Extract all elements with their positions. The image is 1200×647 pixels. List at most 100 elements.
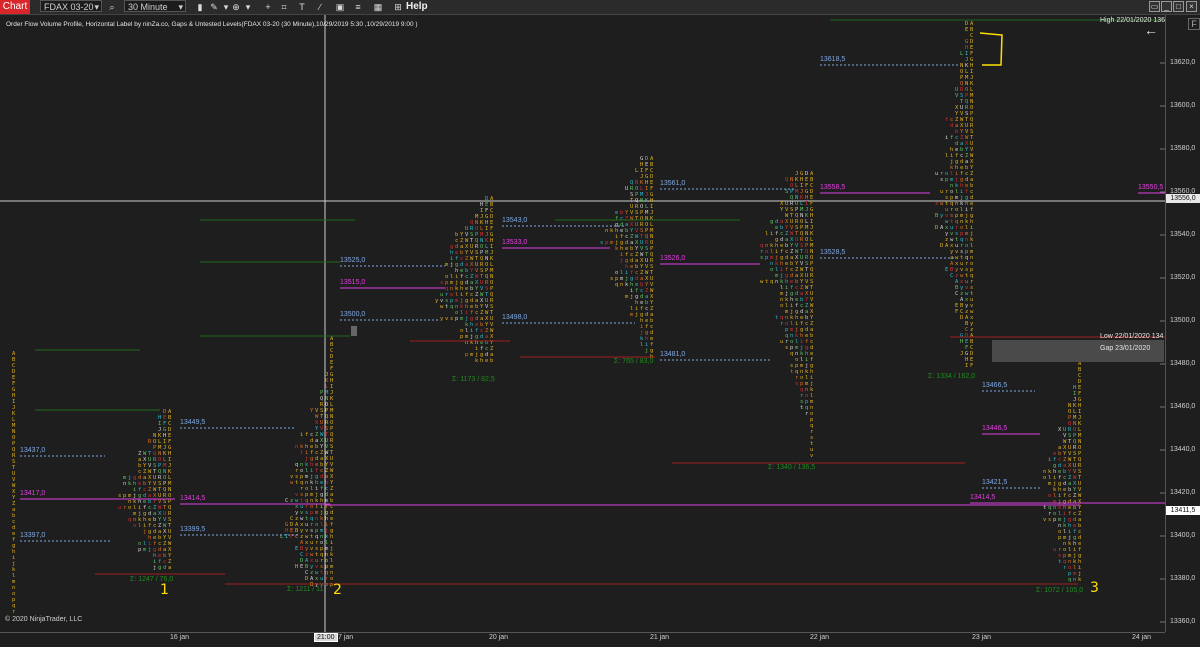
profile-stat: Σ: 1334 / 162,0	[928, 373, 976, 380]
tpo-letter: t	[765, 279, 768, 285]
text-icon[interactable]: T	[296, 1, 308, 13]
tpo-letter: J	[960, 351, 963, 357]
tpo-letter: Y	[310, 408, 314, 414]
tpo-letter: n	[1073, 577, 1076, 583]
time-tick: 24 jan	[1132, 634, 1152, 641]
tpo-letter: t	[775, 315, 778, 321]
bar-chart-icon[interactable]: ▮	[194, 1, 206, 13]
instrument-selector[interactable]: FDAX 03-20 ▾	[40, 0, 102, 12]
tpo-letter: q	[128, 517, 131, 523]
tpo-letter: r	[123, 505, 127, 511]
tpo-letter: u	[1053, 547, 1056, 553]
chart-tab[interactable]: Chart	[0, 0, 30, 14]
tpo-letter: q	[770, 279, 773, 285]
tpo-profile: ADBEHCFIDGJEHKNFILORGJMPHKNQTWZILORUXaJM…	[118, 409, 172, 571]
tpo-letter: o	[770, 267, 773, 273]
price-tick: 13440,0	[1170, 446, 1196, 453]
level-label: 13528,5	[820, 249, 846, 256]
level-label: 13558,5	[820, 184, 846, 191]
level-label: 13414,5	[970, 494, 996, 501]
restore-icon[interactable]: ▭	[1149, 1, 1160, 12]
tpo-letter: n	[295, 444, 298, 450]
level-label: 13500,0	[340, 311, 366, 318]
price-tick: 13540,0	[1170, 231, 1196, 238]
tpo-letter: m	[625, 294, 629, 300]
tpo-letter: h	[480, 358, 483, 364]
time-tick: 16 jan	[170, 634, 190, 641]
price-tick: 13360,0	[1170, 618, 1196, 625]
profile-stat: Σ: 1072 / 105,0	[1036, 587, 1084, 594]
low-label: Low 22/01/2020 134	[1100, 333, 1164, 340]
maximize-icon[interactable]: □	[1173, 1, 1184, 12]
last-price-box: 13411,5	[1166, 506, 1200, 515]
tpo-letter: H	[960, 339, 963, 345]
strategy-icon[interactable]: ▣	[334, 1, 346, 13]
tpo-letter: B	[935, 213, 939, 219]
handwritten-number: 2	[333, 582, 342, 598]
tpo-letter: o	[1048, 493, 1051, 499]
tpo-letter: k	[610, 228, 614, 234]
chart-panel[interactable]: ABCDEFGHIJKLMNOPQRSTUVWXYZabcdefghijklmn…	[0, 15, 1165, 632]
level-label: 13550,5	[1138, 184, 1164, 191]
tpo-letter: g	[770, 219, 773, 225]
tpo-letter: r	[805, 411, 809, 417]
tpo-letter: C	[285, 498, 288, 504]
tpo-letter: Q	[785, 177, 788, 183]
tpo-letter: p	[605, 240, 608, 246]
tpo-letter: A	[945, 243, 949, 249]
chevron-down-icon: ▾	[94, 2, 99, 12]
level-label: 13417,0	[20, 490, 46, 497]
tpo-letter: l	[640, 342, 643, 348]
tpo-letter: U	[625, 186, 628, 192]
handwritten-bracket	[979, 32, 1003, 66]
indicator-icon[interactable]: ▦	[372, 1, 384, 13]
price-tick: 13520,0	[1170, 274, 1196, 281]
tpo-letter: i	[770, 231, 773, 237]
properties-icon[interactable]: ≡	[352, 1, 364, 13]
chevron-down-icon: ▾	[178, 2, 183, 12]
search-icon[interactable]: ⌕	[106, 1, 118, 13]
tpo-letter: p	[765, 255, 768, 261]
tpo-letter: F	[955, 309, 958, 315]
level-label: 13526,0	[660, 255, 686, 262]
time-tick: 20 jan	[489, 634, 509, 641]
tpo-profile: ADGJBEHKNQCFILODGJMPSEHKNQFILORUXGJMPSVY…	[760, 171, 814, 459]
line-icon[interactable]: ∕	[314, 1, 326, 13]
tpo-letter: u	[940, 189, 943, 195]
level-label: 13466,5	[982, 382, 1008, 389]
profile-stat: Σ: 1211 / 11	[287, 586, 324, 593]
tpo-letter: q	[450, 304, 453, 310]
zoom-icon[interactable]: ⊕	[230, 1, 242, 13]
tpo-letter: s	[760, 255, 763, 261]
tpo-letter: t	[295, 480, 298, 486]
minimize-icon[interactable]: _	[1161, 1, 1172, 12]
back-arrow-icon[interactable]: ←	[1144, 22, 1158, 38]
tpo-letter: j	[450, 262, 453, 268]
price-tick: 13460,0	[1170, 403, 1196, 410]
tpo-letter: y	[435, 298, 439, 304]
tpo-letter: X	[1058, 427, 1062, 433]
tpo-letter: S	[785, 189, 788, 195]
level-label: 13618,5	[820, 56, 846, 63]
tpo-letter: p	[1053, 517, 1056, 523]
tpo-letter: m	[460, 316, 464, 322]
tpo-letter: v	[1043, 517, 1047, 523]
tpo-letter: t	[445, 304, 448, 310]
tpo-letter: s	[450, 316, 453, 322]
price-tick: 13480,0	[1170, 360, 1196, 367]
indicator-label: Order Flow Volume Profile, Horizontal La…	[6, 21, 418, 28]
tpo-letter: m	[470, 352, 474, 358]
help-menu[interactable]: Help	[406, 0, 428, 14]
drawing-tools-icon[interactable]: ⌗	[278, 1, 290, 13]
help-icon[interactable]: ⊞	[392, 1, 404, 13]
interval-selector[interactable]: 30 Minute ▾	[124, 0, 186, 12]
settings-icon[interactable]: F	[1188, 18, 1200, 30]
close-icon[interactable]: ×	[1186, 1, 1197, 12]
tpo-letter: m	[1048, 481, 1052, 487]
tpo-letter: j	[645, 348, 648, 354]
tpo-letter: j	[148, 547, 151, 553]
crosshair-icon[interactable]: +	[262, 1, 274, 13]
tpo-letter: Y	[780, 207, 784, 213]
draw-icon[interactable]: ✎	[208, 1, 220, 13]
zoom-menu-icon[interactable]: ▾	[242, 1, 254, 13]
